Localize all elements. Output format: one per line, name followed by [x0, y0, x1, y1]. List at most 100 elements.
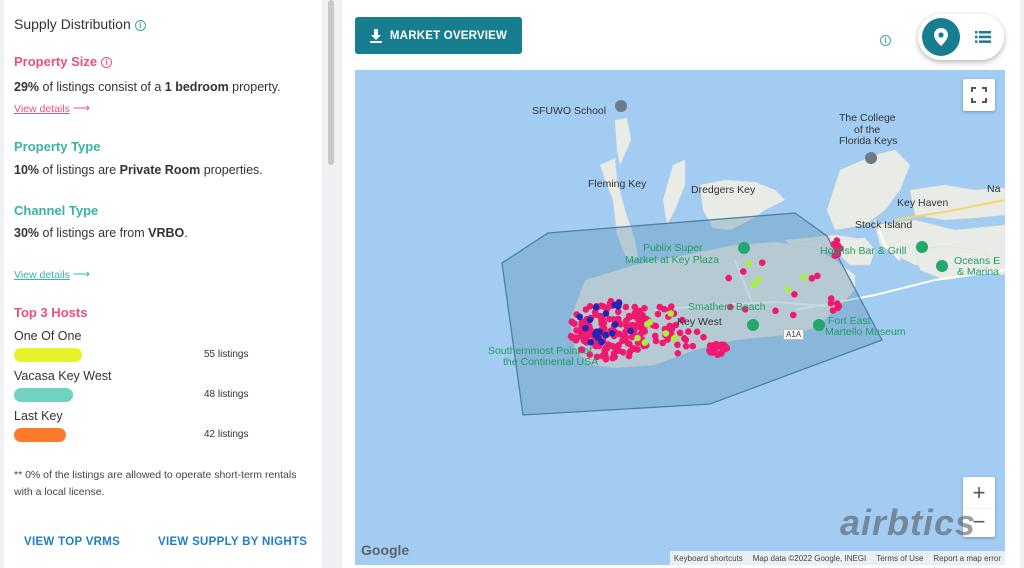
map-label: Hogfish Bar & Grill: [820, 245, 907, 257]
listing-dot: [682, 336, 690, 344]
listing-dot: [674, 341, 681, 349]
listing-dot: [674, 350, 682, 357]
listing-dot: [833, 237, 841, 244]
listing-dot: [627, 327, 634, 335]
listing-dot: [672, 334, 679, 341]
map-info-icon[interactable]: i: [880, 31, 891, 49]
map-label: Stock Island: [855, 219, 913, 231]
listing-dot: [610, 350, 618, 357]
listing-dot: [622, 303, 630, 311]
listing-dot: [634, 334, 641, 342]
listing-dot: [791, 291, 798, 298]
host-listing-count: 48 listings: [204, 389, 249, 400]
listing-dot: [619, 332, 627, 340]
host-bar: [14, 348, 82, 362]
college-poi-icon: [865, 152, 877, 164]
terms-link[interactable]: Terms of Use: [876, 554, 923, 563]
google-logo: Google: [361, 542, 410, 558]
panel-scrollbar[interactable]: [328, 0, 334, 165]
listing-dot: [639, 326, 646, 334]
map-label: Publix Super: [643, 242, 703, 254]
listing-dot: [667, 310, 674, 317]
shopping-poi-icon: [738, 242, 750, 254]
listing-dot: [602, 331, 609, 339]
listing-dot: [654, 310, 662, 318]
list-icon[interactable]: [964, 18, 1002, 56]
listing-dot: [641, 339, 649, 346]
map-label: Smathers Beach: [688, 301, 766, 313]
map-label: Key Haven: [897, 197, 949, 209]
listing-dot: [689, 342, 697, 350]
school-poi-icon: [615, 100, 627, 112]
listing-dot: [644, 321, 651, 328]
map-pin-icon[interactable]: [922, 18, 960, 56]
host-listing-count: 55 listings: [204, 349, 249, 360]
listing-dot: [700, 333, 707, 341]
listing-dot: [619, 349, 627, 356]
report-error-link[interactable]: Report a map error: [933, 554, 1001, 563]
listing-dot: [664, 336, 671, 343]
top-hosts-title: Top 3 Hosts: [14, 305, 88, 320]
license-footnote: ** 0% of the listings are allowed to ope…: [14, 469, 297, 498]
listing-dot: [592, 303, 600, 311]
view-top-vrms-button[interactable]: VIEW TOP VRMS: [24, 536, 120, 548]
listing-dot: [714, 351, 721, 359]
property-type-title: Property Type: [14, 139, 101, 154]
listing-dot: [758, 259, 766, 266]
listing-dot: [800, 273, 808, 281]
channel-type-title: Channel Type: [14, 203, 99, 218]
listings-map[interactable]: SFUWO School The College of the Florida …: [355, 70, 1005, 565]
listing-dot: [576, 313, 583, 321]
listing-dot: [656, 303, 663, 311]
view-toggle: [918, 14, 1004, 60]
map-label: Dredgers Key: [691, 184, 756, 196]
info-icon[interactable]: i: [101, 57, 113, 68]
host-listing-count: 42 listings: [204, 429, 249, 440]
channel-type-view-details-link[interactable]: View details ⟶: [14, 267, 90, 281]
fullscreen-button[interactable]: [963, 79, 995, 111]
property-size-text: 29% of listings consist of a 1 bedroom p…: [14, 80, 281, 94]
listing-dot: [814, 272, 821, 280]
map-label: SFUWO School: [532, 105, 607, 117]
listing-dot: [568, 318, 576, 325]
download-icon: [369, 28, 382, 43]
listing-dot: [790, 311, 797, 319]
map-data-text: Map data ©2022 Google, INEGI: [752, 553, 867, 563]
map-label: The College: [839, 112, 896, 124]
map-label: Martello Museum: [825, 326, 906, 338]
keyboard-shortcuts-link[interactable]: Keyboard shortcuts: [674, 554, 743, 563]
map-label: Market at Key Plaza: [625, 254, 719, 266]
map-label: the Continental USA: [503, 356, 599, 368]
listing-dot: [611, 321, 619, 328]
listing-dot: [718, 341, 725, 349]
listing-dot: [624, 339, 632, 347]
map-label: & Marina: [957, 266, 1000, 278]
host-bar: [14, 428, 66, 442]
listing-dot: [601, 349, 609, 356]
listing-dot: [827, 295, 835, 302]
listing-dot: [740, 268, 747, 275]
listing-dot: [578, 332, 585, 340]
road-shield: A1A: [783, 329, 805, 340]
host-name: One Of One: [14, 329, 82, 343]
view-supply-by-nights-button[interactable]: VIEW SUPPLY BY NIGHTS: [158, 536, 307, 548]
arrow-right-icon: ⟶: [72, 267, 91, 281]
listing-dot: [772, 307, 779, 315]
map-label: Fleming Key: [588, 178, 647, 190]
market-overview-button[interactable]: MARKET OVERVIEW: [355, 17, 522, 54]
listing-dot: [614, 303, 622, 310]
property-size-view-details-link[interactable]: View details ⟶: [14, 101, 90, 115]
airbtics-watermark: airbtics: [840, 502, 977, 543]
panel-title: Supply Distribution i: [14, 16, 146, 32]
restaurant-poi-icon: [916, 241, 928, 253]
host-name: Last Key: [14, 409, 63, 423]
listing-dot: [784, 285, 792, 293]
host-name: Vacasa Key West: [14, 369, 112, 383]
listing-dot: [682, 342, 690, 350]
listing-dot: [641, 304, 648, 312]
listing-dot: [652, 337, 660, 345]
listing-dot: [833, 300, 841, 307]
info-icon[interactable]: i: [134, 20, 146, 31]
property-type-text: 10% of listings are Private Room propert…: [14, 163, 263, 177]
map-attribution: Keyboard shortcuts Map data ©2022 Google…: [669, 551, 1005, 565]
